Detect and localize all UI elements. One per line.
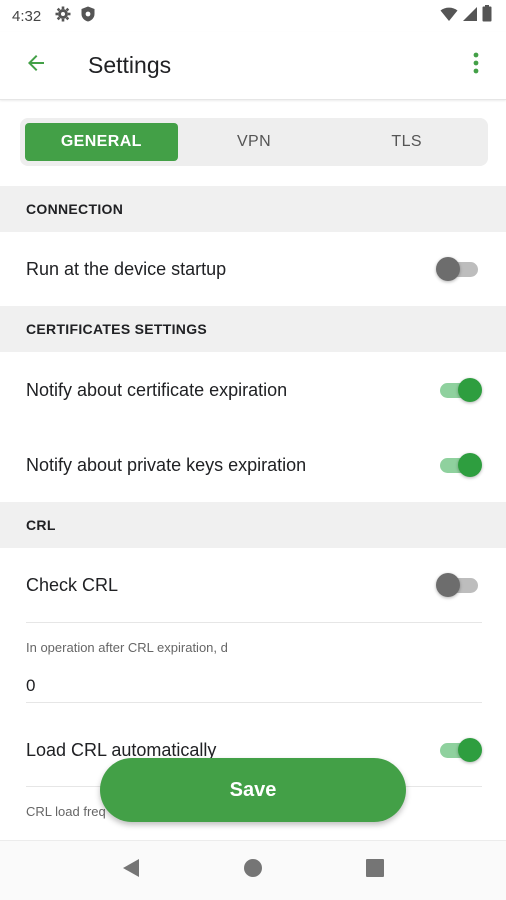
switch-thumb — [458, 378, 482, 402]
operation-after-expiration-label: In operation after CRL expiration, d — [26, 640, 228, 655]
nav-recents-button[interactable] — [355, 851, 395, 891]
status-time: 4:32 — [12, 7, 42, 25]
divider — [26, 702, 482, 703]
switch-thumb — [458, 738, 482, 762]
switch-thumb — [436, 573, 460, 597]
operation-after-expiration-input[interactable]: 0 — [26, 676, 35, 696]
status-bar: 4:32 — [0, 0, 506, 32]
system-nav-bar — [0, 840, 506, 900]
run-at-startup-label: Run at the device startup — [26, 258, 227, 279]
nav-home-button[interactable] — [233, 851, 273, 891]
section-header-certificates: CERTIFICATES SETTINGS — [0, 306, 506, 352]
tab-general[interactable]: GENERAL — [25, 123, 178, 161]
back-button[interactable] — [14, 44, 58, 88]
notify-keys-expiration-label: Notify about private keys expiration — [26, 454, 307, 475]
load-crl-automatically-switch[interactable] — [436, 736, 482, 764]
status-right-icons — [440, 5, 492, 27]
wifi-icon — [440, 6, 458, 27]
run-at-startup-switch[interactable] — [436, 255, 482, 283]
notify-cert-expiration-switch[interactable] — [436, 376, 482, 404]
switch-thumb — [436, 257, 460, 281]
page-title: Settings — [88, 52, 172, 78]
back-triangle-icon — [122, 858, 140, 883]
battery-icon — [482, 5, 492, 27]
notify-cert-expiration-row[interactable]: Notify about certificate expiration — [0, 352, 506, 428]
check-crl-label: Check CRL — [26, 574, 119, 595]
signal-icon — [462, 6, 478, 27]
switch-thumb — [458, 453, 482, 477]
arrow-left-icon — [24, 51, 48, 80]
more-options-button[interactable] — [458, 44, 494, 88]
check-crl-row[interactable]: Check CRL — [0, 548, 506, 622]
check-crl-switch[interactable] — [436, 571, 482, 599]
app-bar: Settings — [0, 32, 506, 100]
crl-load-frequency-label: CRL load freq — [26, 804, 106, 819]
tab-tls[interactable]: TLS — [330, 123, 483, 161]
settings-tabs: GENERAL VPN TLS — [20, 118, 488, 166]
notify-keys-expiration-row[interactable]: Notify about private keys expiration — [0, 428, 506, 502]
section-header-connection: CONNECTION — [0, 186, 506, 232]
save-button[interactable]: Save — [100, 758, 406, 822]
run-at-startup-row[interactable]: Run at the device startup — [0, 232, 506, 306]
home-circle-icon — [243, 858, 263, 883]
notify-keys-expiration-switch[interactable] — [436, 451, 482, 479]
status-left-icons — [55, 6, 95, 27]
more-vert-icon — [473, 52, 479, 79]
shield-icon — [81, 6, 95, 27]
section-header-crl: CRL — [0, 502, 506, 548]
tab-vpn[interactable]: VPN — [178, 123, 331, 161]
notify-cert-expiration-label: Notify about certificate expiration — [26, 379, 288, 400]
gear-icon — [55, 6, 71, 27]
recents-square-icon — [366, 859, 384, 882]
divider — [26, 622, 482, 623]
nav-back-button[interactable] — [111, 851, 151, 891]
